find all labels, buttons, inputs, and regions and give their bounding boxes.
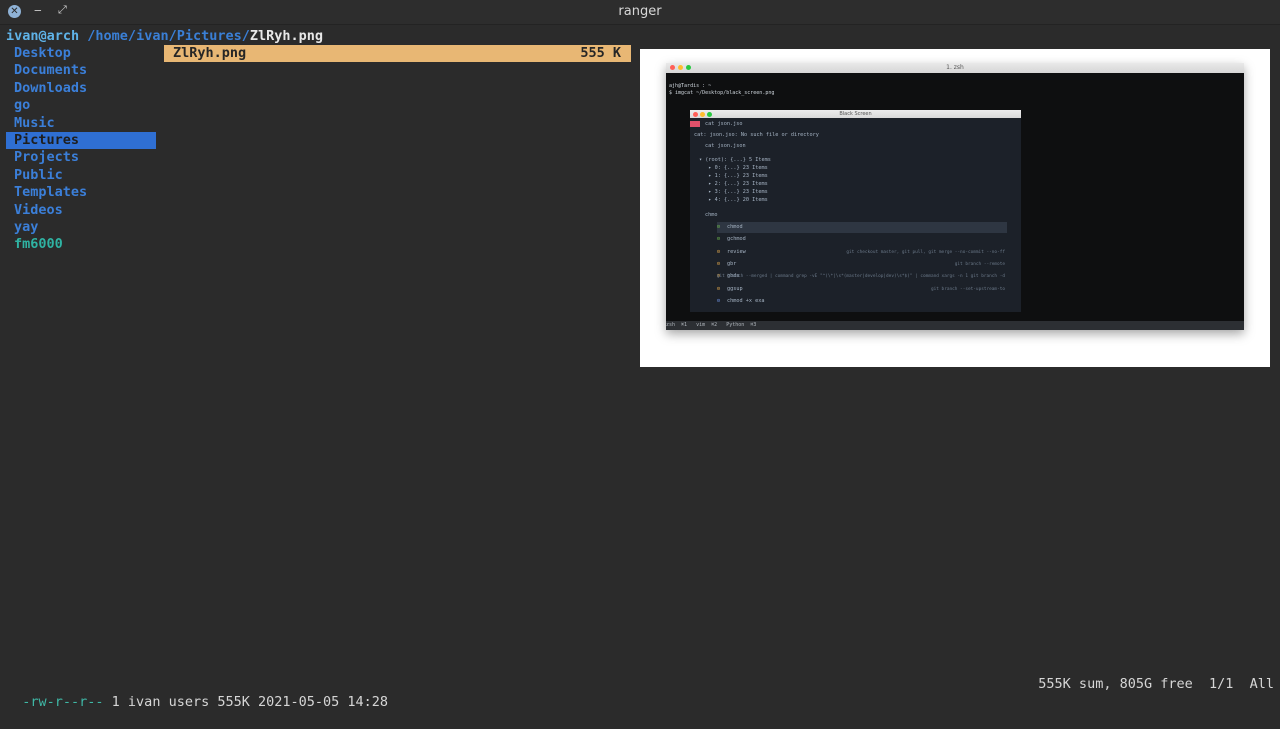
- dir-item-documents[interactable]: Documents: [6, 62, 156, 79]
- preview-inner-titlebar: Black Screen: [690, 110, 1021, 118]
- path-line: ivan@arch /home/ivan/Pictures/ZlRyh.png: [6, 28, 323, 45]
- suggestion-desc: git branch --remote: [954, 261, 1005, 267]
- suggestion-item: ⚙ chmod: [717, 222, 1007, 233]
- prompt-badge-icon: [690, 121, 700, 127]
- dir-item-public[interactable]: Public: [6, 167, 156, 184]
- dir-item-downloads[interactable]: Downloads: [6, 80, 156, 97]
- file-row-selected[interactable]: ZlRyh.png 555 K: [164, 45, 631, 62]
- dir-item-go[interactable]: go: [6, 97, 156, 114]
- dir-item-videos[interactable]: Videos: [6, 202, 156, 219]
- file-meta-label: 1 ivan users 555K 2021-05-05 14:28: [103, 694, 389, 710]
- preview-line: $ imgcat ~/Desktop/black_screen.png: [669, 90, 775, 96]
- suggestion-item: ⚙ gchmod: [717, 234, 1007, 245]
- dir-item-desktop[interactable]: Desktop: [6, 45, 156, 62]
- suggestion-item: ⚙ gbda git branch --merged | command grep …: [717, 271, 1007, 282]
- inner-line: cat json.jso: [705, 121, 743, 127]
- suggestion-name: gbr: [727, 260, 737, 267]
- filename-label: ZlRyh.png: [249, 28, 324, 44]
- inner-line: ▸ 1: {...} 23 Items: [699, 173, 768, 179]
- window-titlebar: ✕ ‒ ⤢ ranger: [0, 0, 1280, 25]
- preview-line: ajh@Tardis : ~: [669, 83, 712, 89]
- suggestion-icon: ⚙: [717, 236, 721, 243]
- suggestion-desc: git branch --set-upstream-to: [930, 286, 1005, 292]
- suggestion-name: chmod +x exa: [727, 297, 765, 304]
- status-summary: 555K sum, 805G free 1/1 All: [1038, 676, 1274, 692]
- suggestion-name: chmod: [727, 224, 743, 230]
- suggestion-icon: ⚙: [717, 260, 721, 267]
- suggestion-item: ⚙ review git checkout master, git pull, gi…: [717, 247, 1007, 258]
- suggestion-item: ⚙ chmod +x exa: [717, 296, 1007, 307]
- inner-line: cat: json.jso: No such file or directory: [694, 132, 819, 138]
- preview-terminal-titlebar: 1. zsh: [666, 63, 1244, 73]
- suggestion-item: ⚙ gbr git branch --remote: [717, 259, 1007, 270]
- preview-inner-window: Black Screen cat json.jso cat: json.jso:…: [690, 110, 1021, 312]
- suggestion-item: ⚙ ggsup git branch --set-upstream-to: [717, 284, 1007, 295]
- path-label: /home/ivan/Pictures/: [87, 28, 250, 44]
- file-size: 555 K: [580, 45, 621, 61]
- file-name: ZlRyh.png: [173, 45, 247, 61]
- dir-item-pictures[interactable]: Pictures: [6, 131, 156, 150]
- preview-terminal-statusbar: zsh ⌘1 vim ⌘2 Python ⌘3: [666, 321, 1244, 330]
- status-bar: -rw-r--r-- 1 ivan users 555K 2021-05-05 …: [6, 675, 1274, 710]
- dir-item-fm6000[interactable]: fm6000: [6, 236, 156, 253]
- preview-inner-title: Black Screen: [839, 111, 872, 117]
- inner-line: cat json.json: [705, 143, 746, 149]
- suggestion-name: ggsup: [727, 285, 743, 292]
- preview-terminal-window: 1. zsh ajh@Tardis : ~ $ imgcat ~/Desktop…: [666, 63, 1244, 330]
- suggestion-desc: git checkout master, git pull, git merge…: [846, 249, 1005, 255]
- permissions-label: -rw-r--r--: [22, 694, 104, 710]
- inner-line: ▸ 2: {...} 23 Items: [699, 181, 768, 187]
- suggestion-desc: git branch --merged | command grep -vE "…: [716, 274, 1005, 280]
- current-directory-column: ZlRyh.png 555 K: [164, 45, 631, 62]
- window-title: ranger: [618, 4, 662, 19]
- inner-line: ▸ 4: {...} 20 Items: [699, 197, 768, 203]
- image-preview: 1. zsh ajh@Tardis : ~ $ imgcat ~/Desktop…: [640, 49, 1270, 367]
- inner-line: ▸ 0: {...} 23 Items: [699, 165, 768, 171]
- inner-line: ▾ (root): {...} 5 Items: [699, 157, 771, 163]
- dir-item-projects[interactable]: Projects: [6, 149, 156, 166]
- inner-line: ▸ 3: {...} 23 Items: [699, 189, 768, 195]
- suggestion-name: gchmod: [727, 236, 746, 243]
- parent-directory-column: Desktop Documents Downloads go Music Pictures…: [6, 45, 156, 254]
- preview-terminal-title: 1. zsh: [946, 64, 964, 71]
- inner-line: chmo: [705, 212, 718, 218]
- dir-item-templates[interactable]: Templates: [6, 184, 156, 201]
- dir-item-music[interactable]: Music: [6, 115, 156, 132]
- suggestion-icon: ⚙: [717, 297, 721, 304]
- suggestion-name: review: [727, 248, 746, 255]
- suggestion-icon: ⚙: [717, 248, 721, 255]
- host-label: ivan@arch: [6, 28, 80, 44]
- suggestion-icon: ⚙: [717, 224, 721, 230]
- suggestion-icon: ⚙: [717, 285, 721, 292]
- dir-item-yay[interactable]: yay: [6, 219, 156, 236]
